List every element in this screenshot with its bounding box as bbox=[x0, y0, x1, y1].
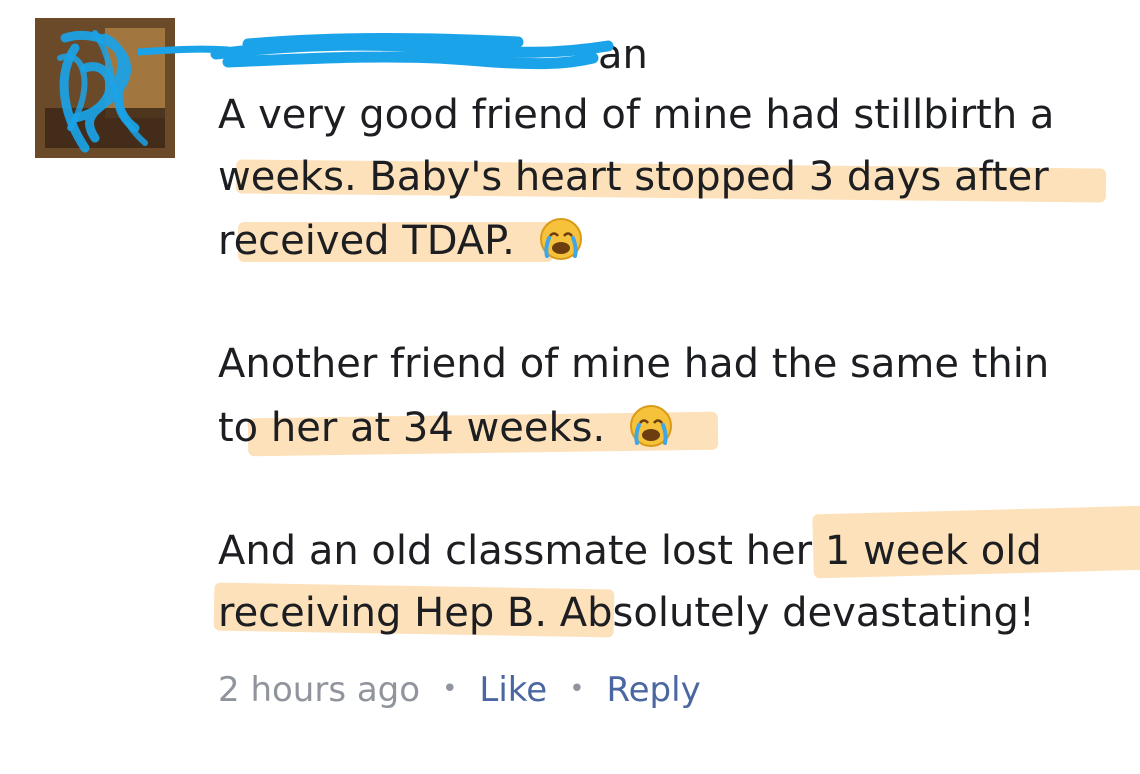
comment-line-1: A very good friend of mine had stillbirt… bbox=[218, 84, 1140, 146]
comment-text: receiving Hep B. Absolutely devastating! bbox=[218, 590, 1035, 636]
separator-dot: • bbox=[569, 674, 585, 704]
redaction-scribble bbox=[138, 33, 614, 70]
comment-body: A very good friend of mine had stillbirt… bbox=[213, 84, 1140, 644]
comment-line-6: And an old classmate lost her 1 week old bbox=[218, 505, 1140, 582]
comment-text: to her at 34 weeks. bbox=[218, 405, 606, 451]
comment-text: weeks. Baby's heart stopped 3 days after bbox=[218, 154, 1049, 200]
comment-line-7: receiving Hep B. Absolutely devastating! bbox=[213, 582, 1140, 644]
comment-meta: 2 hours ago • Like • Reply bbox=[218, 664, 701, 719]
author-name-area[interactable]: Tamarik Hamanyan an bbox=[138, 28, 698, 80]
comment-text: Another friend of mine had the same thin bbox=[218, 341, 1050, 387]
crying-face-emoji bbox=[538, 216, 584, 280]
comment-line-3: received TDAP. bbox=[218, 208, 1140, 270]
reply-button[interactable]: Reply bbox=[607, 670, 701, 710]
comment-text: And an old classmate lost her 1 week old bbox=[218, 528, 1042, 574]
comment-text: received TDAP. bbox=[218, 218, 515, 264]
timestamp[interactable]: 2 hours ago bbox=[218, 670, 420, 710]
separator-dot: • bbox=[442, 674, 458, 704]
comment-line-4: Another friend of mine had the same thin bbox=[218, 333, 1140, 395]
crying-face-emoji bbox=[628, 403, 674, 467]
comment-line-2: weeks. Baby's heart stopped 3 days after bbox=[218, 146, 1140, 208]
comment: Tamarik Hamanyan an A very good friend o… bbox=[0, 0, 1140, 774]
comment-text: A very good friend of mine had stillbirt… bbox=[218, 92, 1055, 138]
like-button[interactable]: Like bbox=[479, 670, 547, 710]
comment-line-5: to her at 34 weeks. bbox=[218, 395, 1140, 457]
